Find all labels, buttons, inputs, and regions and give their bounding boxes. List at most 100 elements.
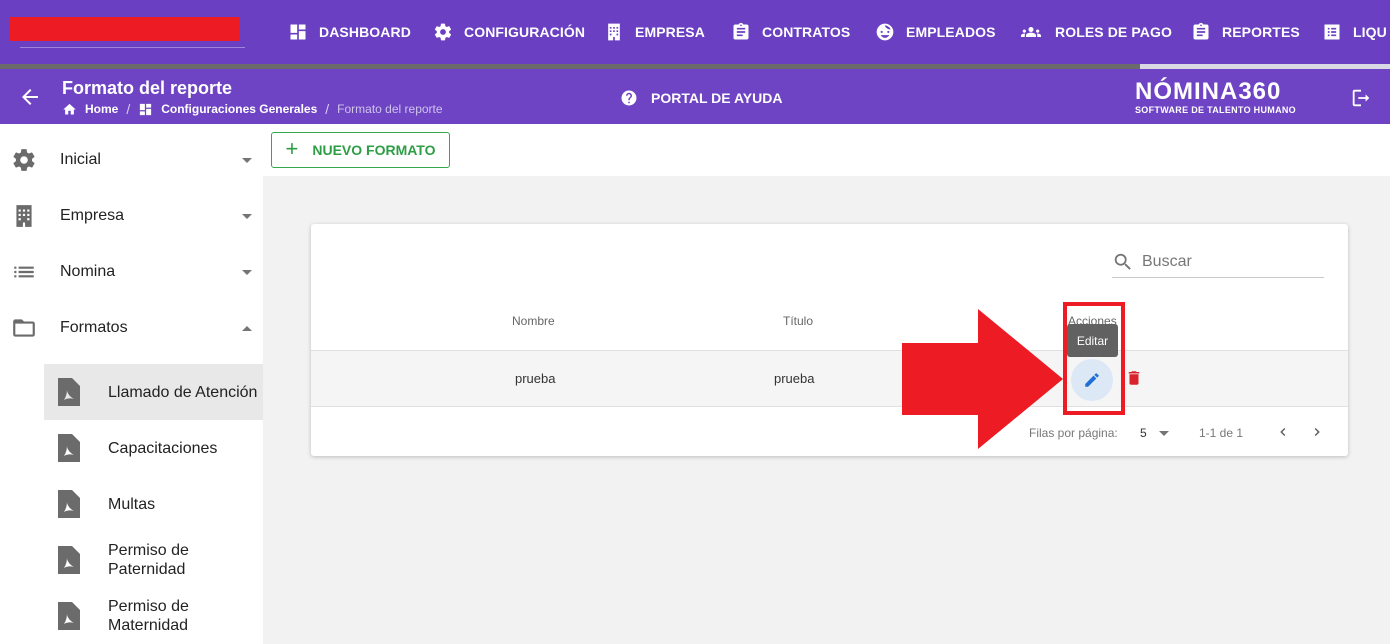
- nav-roles-label: ROLES DE PAGO: [1055, 24, 1172, 40]
- sidebar-subitem-label: Capacitaciones: [108, 439, 218, 457]
- nav-contratos-label: CONTRATOS: [762, 24, 851, 40]
- nav-liquidaciones[interactable]: LIQU: [1322, 0, 1387, 64]
- logout-button[interactable]: [1350, 87, 1372, 114]
- sidebar-subitem-label: Permiso de Paternidad: [108, 542, 189, 578]
- formats-table-card: Nombre Título Acciones prueba prueba Edi…: [311, 224, 1348, 456]
- new-format-button[interactable]: + NUEVO FORMATO: [271, 132, 450, 168]
- sidebar-item-formatos[interactable]: Formatos: [0, 300, 263, 356]
- back-button[interactable]: [18, 85, 42, 109]
- table-row: prueba prueba: [311, 351, 1348, 407]
- nav-configuracion-label: CONFIGURACIÓN: [464, 24, 586, 40]
- breadcrumb-current: Formato del reporte: [337, 102, 443, 116]
- chevron-down-icon: [242, 158, 252, 163]
- sidebar-item-label: Empresa: [60, 207, 125, 224]
- cell-nombre: prueba: [515, 371, 556, 386]
- clipboard-icon: [1193, 22, 1209, 40]
- sidebar-subitem-label: Permiso de Maternidad: [108, 598, 189, 634]
- sidebar-item-label: Inicial: [60, 151, 101, 168]
- sidebar-item-empresa[interactable]: Empresa: [0, 188, 263, 244]
- logout-icon: [1352, 89, 1370, 107]
- breadcrumb-separator: /: [325, 101, 330, 117]
- nav-configuracion[interactable]: CONFIGURACIÓN: [433, 0, 585, 64]
- sidebar-item-label: Nomina: [60, 263, 116, 280]
- rows-per-page-value: 5: [1140, 426, 1147, 440]
- gear-icon: [11, 147, 37, 173]
- sidebar-subitem-permiso-paternidad[interactable]: Permiso de Paternidad: [44, 532, 263, 588]
- pagination-range: 1-1 de 1: [1199, 426, 1244, 440]
- sidebar-item-inicial[interactable]: Inicial: [0, 132, 263, 188]
- gear-icon: [434, 23, 452, 41]
- nav-dashboard-label: DASHBOARD: [319, 24, 411, 40]
- building-icon: [11, 203, 37, 229]
- top-navbar: DASHBOARD CONFIGURACIÓN EMPRESA CONTRATO…: [0, 0, 1390, 64]
- search-icon: [1114, 253, 1131, 270]
- pdf-icon: [58, 546, 80, 574]
- dashboard-icon: [290, 24, 306, 40]
- chevron-up-icon: [242, 326, 252, 331]
- list-icon: [11, 259, 37, 285]
- page-title: Formato del reporte: [62, 78, 233, 98]
- trash-icon: [1128, 371, 1140, 385]
- annotation-highlight-box: [1063, 302, 1125, 415]
- arrow-left-icon: [22, 89, 38, 105]
- sidebar-subitem-label: Multas: [108, 495, 156, 513]
- folder-open-icon: [11, 315, 37, 341]
- sidebar-item-nomina[interactable]: Nomina: [0, 244, 263, 300]
- column-header-titulo[interactable]: Título: [783, 314, 813, 328]
- chevron-right-icon: [1314, 428, 1320, 436]
- pdf-icon: [58, 378, 80, 406]
- pdf-icon: [58, 434, 80, 462]
- nav-reportes-label: REPORTES: [1222, 24, 1300, 40]
- nav-contratos[interactable]: CONTRATOS: [731, 0, 850, 64]
- nav-empleados[interactable]: EMPLEADOS: [875, 0, 996, 64]
- logo-main-text: NÓMINA360: [1135, 78, 1282, 105]
- list-icon: [1324, 24, 1340, 40]
- breadcrumb: Home / Configuraciones Generales / Forma…: [62, 101, 443, 117]
- annotation-arrow: [902, 309, 1063, 449]
- sidebar-subitem-label: Llamado de Atención: [108, 383, 258, 401]
- prev-page-button[interactable]: [1275, 423, 1291, 441]
- breadcrumb-configuraciones[interactable]: Configuraciones Generales: [161, 102, 317, 116]
- brand-divider: [20, 47, 245, 48]
- nav-empresa-label: EMPRESA: [635, 24, 705, 40]
- nav-dashboard[interactable]: DASHBOARD: [288, 0, 411, 64]
- next-page-button[interactable]: [1309, 423, 1325, 441]
- breadcrumb-home[interactable]: Home: [85, 102, 118, 116]
- logo-sub-text: SOFTWARE DE TALENTO HUMANO: [1135, 105, 1296, 115]
- plus-icon: +: [285, 136, 299, 161]
- nav-empresa[interactable]: EMPRESA: [604, 0, 705, 64]
- sidebar-subitem-permiso-maternidad[interactable]: Permiso de Maternidad: [44, 588, 263, 644]
- nav-liquidaciones-label: LIQU: [1353, 24, 1387, 40]
- rows-per-page-select[interactable]: 5: [1140, 426, 1169, 440]
- sidebar-subitem-capacitaciones[interactable]: Capacitaciones: [44, 420, 263, 476]
- sidebar: Inicial Empresa Nomina Formatos Llamado …: [0, 124, 263, 644]
- sidebar-item-label: Formatos: [60, 319, 128, 336]
- sidebar-subitem-llamado-atencion[interactable]: Llamado de Atención: [44, 364, 263, 420]
- help-portal-link[interactable]: PORTAL DE AYUDA: [620, 89, 782, 107]
- people-icon: [1021, 27, 1041, 37]
- chevron-down-icon: [1158, 430, 1169, 436]
- search-input[interactable]: [1142, 252, 1312, 271]
- delete-button[interactable]: [1125, 368, 1143, 390]
- pdf-icon: [58, 602, 80, 630]
- column-header-nombre[interactable]: Nombre: [512, 314, 555, 328]
- nav-reportes[interactable]: REPORTES: [1191, 0, 1300, 64]
- face-icon: [876, 23, 894, 41]
- home-icon: [63, 103, 76, 114]
- building-icon: [608, 23, 620, 41]
- nav-empleados-label: EMPLEADOS: [906, 24, 996, 40]
- nomina360-logo: NÓMINA360 SOFTWARE DE TALENTO HUMANO: [1135, 78, 1296, 116]
- page-header: Formato del reporte Home / Configuracion…: [0, 69, 1390, 124]
- cell-titulo: prueba: [774, 371, 815, 386]
- dashboard-icon: [140, 103, 152, 115]
- chevron-left-icon: [1280, 428, 1286, 436]
- breadcrumb-separator: /: [126, 101, 131, 117]
- sidebar-subitem-multas[interactable]: Multas: [44, 476, 263, 532]
- help-portal-label: PORTAL DE AYUDA: [651, 90, 783, 106]
- new-format-label: NUEVO FORMATO: [312, 142, 436, 158]
- nav-roles-de-pago[interactable]: ROLES DE PAGO: [1018, 0, 1172, 64]
- chevron-down-icon: [242, 270, 252, 275]
- search-box[interactable]: [1112, 246, 1324, 278]
- clipboard-icon: [733, 22, 749, 40]
- brand-logo-redacted: [10, 17, 239, 41]
